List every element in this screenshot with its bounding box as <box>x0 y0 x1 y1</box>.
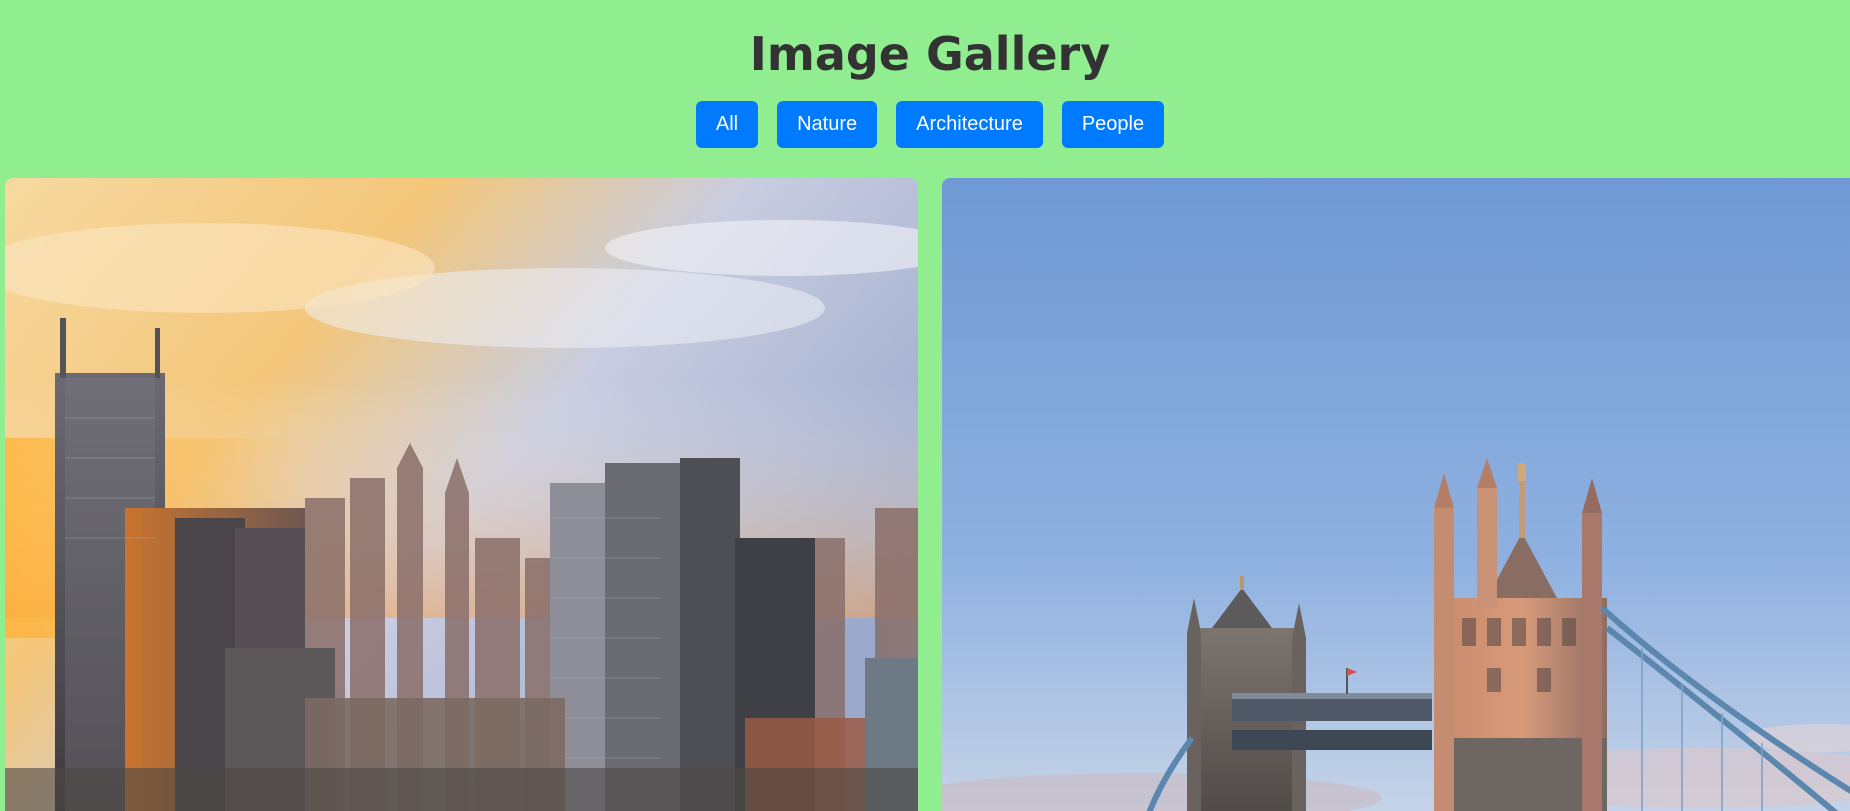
filter-architecture-button[interactable]: Architecture <box>896 101 1043 148</box>
page-title: Image Gallery <box>749 27 1111 81</box>
filter-all-button[interactable]: All <box>695 101 759 148</box>
filter-bar: All Nature Architecture People <box>0 101 1850 148</box>
filter-people-button[interactable]: People <box>1061 101 1165 148</box>
filter-nature-button[interactable]: Nature <box>777 101 878 148</box>
skyline-image <box>5 178 918 811</box>
gallery-image-skyline[interactable] <box>5 178 918 811</box>
image-grid <box>5 178 1850 811</box>
bridge-image <box>942 178 1850 811</box>
gallery-page: Image Gallery All Nature Architecture Pe… <box>0 0 1850 811</box>
gallery-image-bridge[interactable] <box>942 178 1850 811</box>
